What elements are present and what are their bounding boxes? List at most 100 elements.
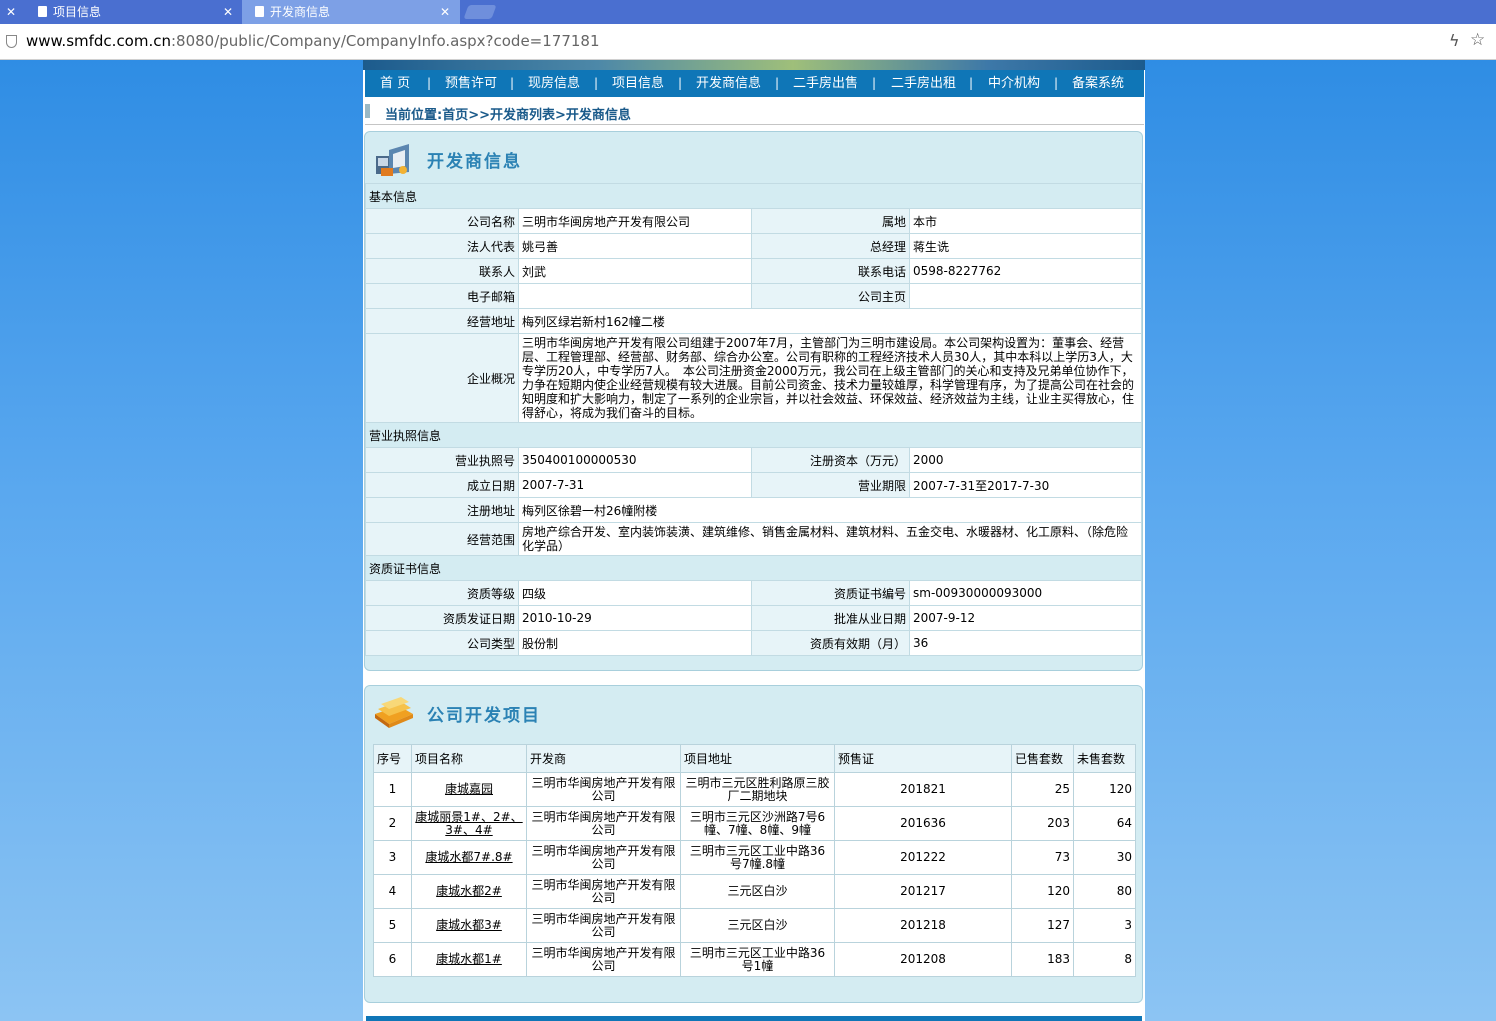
address-cell: 三元区白沙: [680, 874, 835, 909]
project-link[interactable]: 康城水都2#: [436, 884, 502, 898]
table-row: 3 康城水都7#.8# 三明市华闽房地产开发有限公司 三明市三元区工业中路36号…: [373, 840, 1136, 875]
legal-rep-value: 姚弓善: [518, 233, 752, 259]
company-overview-value: 三明市华闽房地产开发有限公司组建于2007年7月，主管部门为三明市建设局。本公司…: [518, 333, 1142, 423]
project-link[interactable]: 康城嘉园: [445, 782, 493, 796]
developer-cell: 三明市华闽房地产开发有限公司: [526, 772, 681, 807]
panel-header: 公司开发项目: [365, 686, 1142, 738]
browser-tab-developer-info[interactable]: 开发商信息 ✕: [242, 0, 460, 24]
nav-resale[interactable]: 二手房出售: [793, 70, 858, 97]
project-link[interactable]: 康城水都1#: [436, 952, 502, 966]
header-banner: [363, 60, 1145, 70]
section-license-info: 营业执照信息: [365, 422, 1142, 448]
nav-home[interactable]: 首 页: [380, 70, 410, 97]
row-number: 5: [373, 908, 412, 943]
browser-tab-project-info[interactable]: ✕ 项目信息 ✕: [0, 0, 240, 24]
developer-cell: 三明市华闽房地产开发有限公司: [526, 840, 681, 875]
validity-months-value: 36: [909, 630, 1142, 656]
project-name-cell: 康城水都2#: [411, 874, 527, 909]
company-projects-panel: 公司开发项目 序号 项目名称 开发商 项目地址 预售证 已售套数 未售套数 1 …: [364, 685, 1143, 1003]
developer-icon: [376, 144, 409, 176]
developer-cell: 三明市华闽房地产开发有限公司: [526, 908, 681, 943]
close-icon[interactable]: ✕: [437, 0, 453, 24]
nav-existing-homes[interactable]: 现房信息: [528, 70, 580, 97]
unsold-count-cell: 64: [1073, 806, 1136, 841]
url-text[interactable]: www.smfdc.com.cn:8080/public/Company/Com…: [26, 32, 600, 50]
table-header-row: 序号 项目名称 开发商 项目地址 预售证 已售套数 未售套数: [373, 744, 1136, 773]
sold-count-cell: 25: [1011, 772, 1074, 807]
unsold-count-cell: 3: [1073, 908, 1136, 943]
nav-filing-system[interactable]: 备案系统: [1072, 70, 1124, 97]
address-cell: 三明市三元区胜利路原三胶厂二期地块: [680, 772, 835, 807]
email-value: [518, 283, 752, 309]
sold-count-cell: 73: [1011, 840, 1074, 875]
nav-agencies[interactable]: 中介机构: [988, 70, 1040, 97]
sold-count-cell: 127: [1011, 908, 1074, 943]
project-link[interactable]: 康城水都7#.8#: [425, 850, 512, 864]
table-row: 6 康城水都1# 三明市华闽房地产开发有限公司 三明市三元区工业中路36号1幢 …: [373, 942, 1136, 977]
nav-project-info[interactable]: 项目信息: [612, 70, 664, 97]
field-label: 资质等级: [365, 580, 519, 606]
close-icon[interactable]: ✕: [220, 0, 236, 24]
nav-separator: |: [969, 76, 974, 90]
project-link[interactable]: 康城丽景1#、2#、3#、4#: [415, 810, 522, 837]
company-type-value: 股份制: [518, 630, 752, 656]
new-tab-button[interactable]: [463, 5, 497, 19]
field-label: 经营地址: [365, 308, 519, 334]
project-name-cell: 康城嘉园: [411, 772, 527, 807]
address-cell: 三元区白沙: [680, 908, 835, 943]
shield-icon: [6, 35, 17, 48]
developer-cell: 三明市华闽房地产开发有限公司: [526, 874, 681, 909]
field-label: 资质发证日期: [365, 605, 519, 631]
page-icon: [38, 6, 47, 17]
column-header: 项目名称: [411, 744, 527, 773]
table-row: 1 康城嘉园 三明市华闽房地产开发有限公司 三明市三元区胜利路原三胶厂二期地块 …: [373, 772, 1136, 807]
tab-title: 项目信息: [53, 5, 102, 19]
field-label: 批准从业日期: [751, 605, 910, 631]
lightning-icon[interactable]: ϟ: [1449, 31, 1460, 50]
homepage-value: [909, 283, 1142, 309]
column-header: 开发商: [526, 744, 681, 773]
column-header: 序号: [373, 744, 412, 773]
founded-date-value: 2007-7-31: [518, 472, 752, 498]
column-header: 未售套数: [1073, 744, 1136, 773]
permit-cell: 201636: [834, 806, 1012, 841]
nav-separator: |: [1054, 76, 1059, 90]
column-header: 已售套数: [1011, 744, 1074, 773]
address-cell: 三明市三元区沙洲路7号6幢、7幢、8幢、9幢: [680, 806, 835, 841]
close-icon[interactable]: ✕: [3, 0, 19, 24]
permit-cell: 201222: [834, 840, 1012, 875]
project-name-cell: 康城水都1#: [411, 942, 527, 977]
developer-info-table: 基本信息 公司名称 三明市华闽房地产开发有限公司 属地 本市 法人代表 姚弓善 …: [365, 183, 1142, 656]
developer-cell: 三明市华闽房地产开发有限公司: [526, 806, 681, 841]
breadcrumb-marker: [365, 104, 370, 118]
nav-separator: |: [510, 76, 515, 90]
nav-rental[interactable]: 二手房出租: [891, 70, 956, 97]
project-name-cell: 康城水都3#: [411, 908, 527, 943]
nav-separator: |: [594, 76, 599, 90]
nav-developer-info[interactable]: 开发商信息: [696, 70, 761, 97]
company-name-value: 三明市华闽房地产开发有限公司: [518, 208, 752, 234]
phone-value: 0598-8227762: [909, 258, 1142, 284]
unsold-count-cell: 120: [1073, 772, 1136, 807]
nav-separator: |: [678, 76, 683, 90]
panel-title: 开发商信息: [427, 152, 522, 172]
breadcrumb-text[interactable]: 当前位置:首页>>开发商列表>开发商信息: [385, 104, 631, 123]
field-label: 经营范围: [365, 522, 519, 556]
field-label: 联系人: [365, 258, 519, 284]
table-row: 4 康城水都2# 三明市华闽房地产开发有限公司 三元区白沙 201217 120…: [373, 874, 1136, 909]
project-link[interactable]: 康城水都3#: [436, 918, 502, 932]
breadcrumb: 当前位置:首页>>开发商列表>开发商信息: [365, 101, 1144, 125]
panel-header: 开发商信息: [365, 132, 1142, 184]
footer-bar: [366, 1016, 1142, 1021]
sold-count-cell: 183: [1011, 942, 1074, 977]
field-label: 属地: [751, 208, 910, 234]
nav-separator: |: [872, 76, 877, 90]
row-number: 6: [373, 942, 412, 977]
browser-tab-bar: ✕ 项目信息 ✕ 开发商信息 ✕: [0, 0, 1496, 24]
sold-count-cell: 120: [1011, 874, 1074, 909]
star-icon[interactable]: ☆: [1470, 30, 1485, 50]
nav-separator: |: [775, 76, 780, 90]
address-bar[interactable]: www.smfdc.com.cn:8080/public/Company/Com…: [0, 24, 1496, 60]
unsold-count-cell: 8: [1073, 942, 1136, 977]
nav-presale-permit[interactable]: 预售许可: [445, 70, 497, 97]
